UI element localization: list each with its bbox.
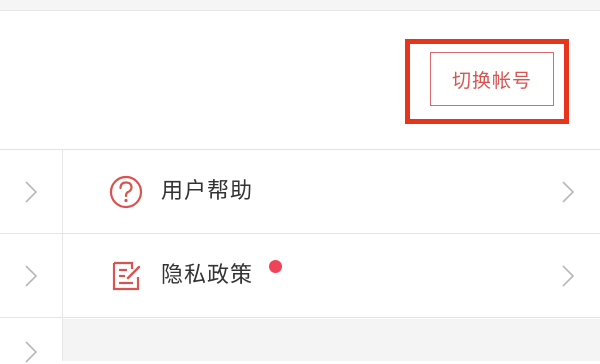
help-circle-icon: [109, 175, 143, 209]
chevron-right-icon: [562, 265, 575, 287]
left-panel-item[interactable]: [0, 150, 62, 234]
left-panel-item[interactable]: [0, 234, 62, 318]
menu-item-label: 用户帮助: [161, 179, 254, 204]
chevron-right-icon: [25, 181, 38, 203]
chevron-right-icon: [25, 265, 38, 287]
menu-item-label: 隐私政策: [161, 263, 254, 288]
edit-document-icon: [112, 261, 141, 291]
left-panel-list: [0, 150, 63, 363]
list-footer-spacer: [63, 319, 600, 361]
menu-item-privacy-policy[interactable]: 隐私政策: [63, 234, 600, 318]
top-strip: [0, 0, 600, 11]
switch-account-button[interactable]: 切换帐号: [430, 52, 554, 106]
notification-badge: [269, 260, 282, 273]
chevron-right-icon: [562, 181, 575, 203]
settings-list: 用户帮助 隐私政策: [0, 149, 600, 363]
left-panel-item[interactable]: [0, 318, 62, 363]
menu-item-user-help[interactable]: 用户帮助: [63, 150, 600, 234]
chevron-right-icon: [25, 341, 38, 363]
